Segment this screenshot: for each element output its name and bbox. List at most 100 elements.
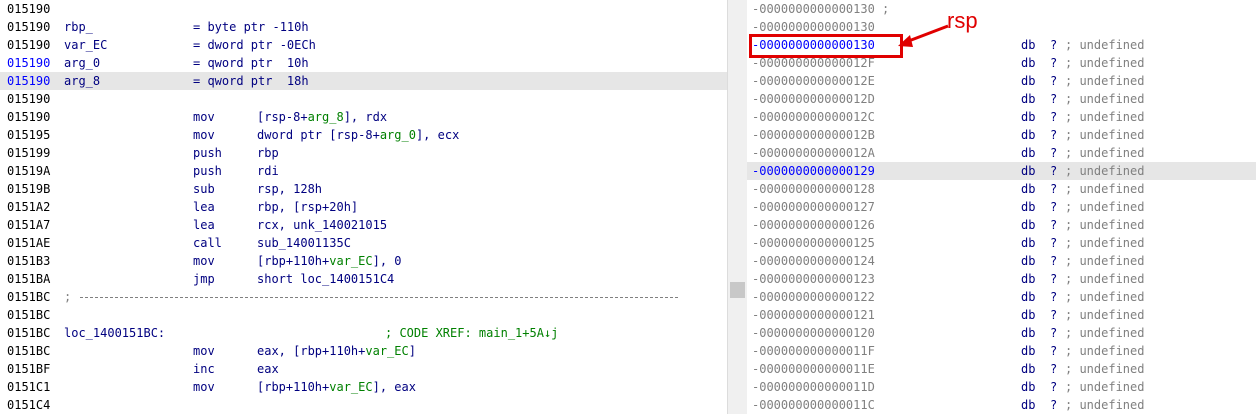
disasm-line[interactable]: 0151BC — [0, 306, 727, 324]
instruction-mnemonic[interactable]: mov — [193, 126, 215, 144]
stack-row[interactable]: -0000000000000125 db? ; undefined — [747, 234, 1256, 252]
disasm-line[interactable]: 015190 — [0, 0, 727, 18]
instruction-operands[interactable]: short loc_1400151C4 — [257, 270, 394, 288]
stack-offset[interactable]: -0000000000000124 — [752, 252, 875, 270]
instruction-mnemonic[interactable]: jmp — [193, 270, 215, 288]
pane-splitter-scrollbar[interactable] — [727, 0, 749, 414]
instruction-mnemonic[interactable]: mov — [193, 378, 215, 396]
instruction-mnemonic[interactable]: sub — [193, 180, 215, 198]
line-address[interactable]: 0151A7 — [7, 216, 50, 234]
line-address[interactable]: 0151AE — [7, 234, 50, 252]
line-address[interactable]: 0151BF — [7, 360, 50, 378]
stack-row[interactable]: -000000000000011C db? ; undefined — [747, 396, 1256, 414]
instruction-operands[interactable]: sub_14001135C — [257, 234, 351, 252]
disasm-line[interactable]: 0151A7 lea rcx, unk_140021015 — [0, 216, 727, 234]
stack-offset[interactable]: -0000000000000121 — [752, 306, 875, 324]
stack-offset[interactable]: -000000000000012A — [752, 144, 875, 162]
stack-offset[interactable]: -0000000000000127 — [752, 198, 875, 216]
line-address[interactable]: 015195 — [7, 126, 50, 144]
disasm-line[interactable]: 015199 push rbp — [0, 144, 727, 162]
disasm-line[interactable]: 0151BC loc_1400151BC: ; CODE XREF: main_1+… — [0, 324, 727, 342]
instruction-mnemonic[interactable]: lea — [193, 198, 215, 216]
scrollbar-thumb[interactable] — [730, 282, 745, 298]
stack-offset[interactable]: -000000000000012B — [752, 126, 875, 144]
disasm-line[interactable]: 01519A push rdi — [0, 162, 727, 180]
stack-offset[interactable]: -0000000000000126 — [752, 216, 875, 234]
stack-row[interactable]: -0000000000000124 db? ; undefined — [747, 252, 1256, 270]
instruction-operands[interactable]: [rbp+110h+var_EC], eax — [257, 378, 416, 396]
line-address[interactable]: 0151BA — [7, 270, 50, 288]
stack-var-name[interactable]: rbp_ — [64, 18, 93, 36]
instruction-operands[interactable]: rsp, 128h — [257, 180, 322, 198]
stack-row[interactable]: -000000000000011F db? ; undefined — [747, 342, 1256, 360]
stack-row[interactable]: -000000000000011D db? ; undefined — [747, 378, 1256, 396]
operand-variable[interactable]: var_EC — [329, 254, 372, 268]
line-address[interactable]: 015190 — [7, 72, 50, 90]
instruction-operands[interactable]: eax, [rbp+110h+var_EC] — [257, 342, 416, 360]
line-address[interactable]: 0151BC — [7, 306, 50, 324]
instruction-mnemonic[interactable]: push — [193, 144, 222, 162]
stack-row[interactable]: -000000000000012A db? ; undefined — [747, 144, 1256, 162]
disasm-line[interactable]: 015190 mov [rsp-8+arg_8], rdx — [0, 108, 727, 126]
xref-comment[interactable]: ; CODE XREF: main_1+5A↓j — [385, 324, 558, 342]
stack-offset[interactable]: -0000000000000125 — [752, 234, 875, 252]
disasm-line[interactable]: 01519B sub rsp, 128h — [0, 180, 727, 198]
line-address[interactable]: 01519A — [7, 162, 50, 180]
stack-offset[interactable]: -0000000000000129 — [752, 162, 875, 180]
disasm-line[interactable]: 015190 — [0, 90, 727, 108]
line-address[interactable]: 0151A2 — [7, 198, 50, 216]
instruction-mnemonic[interactable]: mov — [193, 108, 215, 126]
instruction-mnemonic[interactable]: mov — [193, 342, 215, 360]
stack-row[interactable]: -0000000000000127 db? ; undefined — [747, 198, 1256, 216]
instruction-mnemonic[interactable]: inc — [193, 360, 215, 378]
stack-frame-view[interactable]: -0000000000000130 ; -0000000000000130 -000… — [747, 0, 1256, 414]
disasm-line[interactable]: 0151A2 lea rbp, [rsp+20h] — [0, 198, 727, 216]
stack-row[interactable]: -0000000000000120 db? ; undefined — [747, 324, 1256, 342]
stack-row[interactable]: -000000000000012E db? ; undefined — [747, 72, 1256, 90]
instruction-mnemonic[interactable]: lea — [193, 216, 215, 234]
instruction-mnemonic[interactable]: push — [193, 162, 222, 180]
disasm-line[interactable]: 015190 rbp_ = byte ptr -110h — [0, 18, 727, 36]
instruction-mnemonic[interactable]: call — [193, 234, 222, 252]
stack-row[interactable]: -000000000000012D db? ; undefined — [747, 90, 1256, 108]
line-address[interactable]: 0151BC — [7, 342, 50, 360]
stack-offset[interactable]: -000000000000012D — [752, 90, 875, 108]
disasm-line[interactable]: 015190 var_EC = dword ptr -0ECh — [0, 36, 727, 54]
instruction-operands[interactable]: rbp, [rsp+20h] — [257, 198, 358, 216]
disasm-line[interactable]: 0151BA jmp short loc_1400151C4 — [0, 270, 727, 288]
disasm-line[interactable]: 0151BC; — [0, 288, 727, 306]
stack-var-name[interactable]: arg_0 — [64, 54, 100, 72]
instruction-operands[interactable]: dword ptr [rsp-8+arg_0], ecx — [257, 126, 459, 144]
stack-row[interactable]: -0000000000000128 db? ; undefined — [747, 180, 1256, 198]
instruction-operands[interactable]: rcx, unk_140021015 — [257, 216, 387, 234]
stack-offset[interactable]: -000000000000011D — [752, 378, 875, 396]
stack-row[interactable]: -0000000000000122 db? ; undefined — [747, 288, 1256, 306]
line-address[interactable]: 015190 — [7, 108, 50, 126]
stack-offset[interactable]: -000000000000011C — [752, 396, 875, 414]
code-label[interactable]: loc_1400151BC: — [64, 324, 165, 342]
disasm-line[interactable]: 0151BC mov eax, [rbp+110h+var_EC] — [0, 342, 727, 360]
stack-offset[interactable]: -0000000000000130 ; — [752, 0, 889, 18]
stack-offset[interactable]: -000000000000012E — [752, 72, 875, 90]
disasm-line[interactable]: 0151C1 mov [rbp+110h+var_EC], eax — [0, 378, 727, 396]
instruction-operands[interactable]: [rsp-8+arg_8], rdx — [257, 108, 387, 126]
operand-variable[interactable]: var_EC — [365, 344, 408, 358]
line-address[interactable]: 015190 — [7, 54, 50, 72]
disasm-line[interactable]: 0151B3 mov [rbp+110h+var_EC], 0 — [0, 252, 727, 270]
operand-variable[interactable]: arg_0 — [380, 128, 416, 142]
stack-row[interactable]: -0000000000000123 db? ; undefined — [747, 270, 1256, 288]
stack-offset[interactable]: -000000000000011E — [752, 360, 875, 378]
instruction-operands[interactable]: rdi — [257, 162, 279, 180]
stack-offset[interactable]: -0000000000000123 — [752, 270, 875, 288]
stack-offset[interactable]: -0000000000000122 — [752, 288, 875, 306]
operand-variable[interactable]: arg_8 — [308, 110, 344, 124]
stack-row[interactable]: -0000000000000121 db? ; undefined — [747, 306, 1256, 324]
stack-row[interactable]: -000000000000011E db? ; undefined — [747, 360, 1256, 378]
disasm-line[interactable]: 0151C4 — [0, 396, 727, 414]
instruction-operands[interactable]: [rbp+110h+var_EC], 0 — [257, 252, 402, 270]
stack-offset[interactable]: -0000000000000120 — [752, 324, 875, 342]
disasm-line[interactable]: 0151AE call sub_14001135C — [0, 234, 727, 252]
stack-row[interactable]: -0000000000000129 db? ; undefined — [747, 162, 1256, 180]
stack-var-name[interactable]: var_EC — [64, 36, 107, 54]
instruction-operands[interactable]: rbp — [257, 144, 279, 162]
